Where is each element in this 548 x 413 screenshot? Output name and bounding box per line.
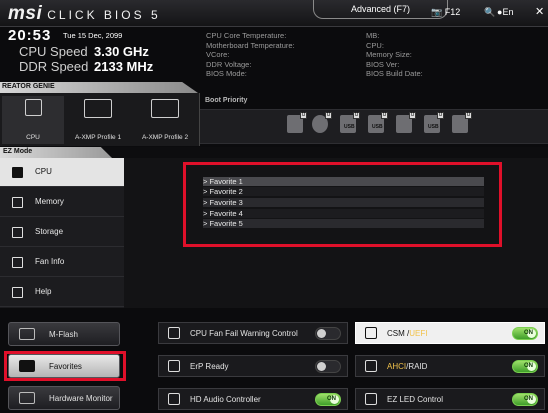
- help-icon: [12, 287, 23, 298]
- storage-icon: [365, 360, 377, 372]
- button-label: M-Flash: [49, 330, 78, 339]
- sidebar-item-label: Memory: [35, 197, 64, 206]
- cpu-speed-label: CPU Speed: [19, 44, 88, 59]
- info-mb-temp: Motherboard Temperature:: [206, 40, 295, 50]
- profile-cpu[interactable]: CPU: [2, 96, 64, 144]
- msi-logo: msi CLICK BIOS 5: [8, 3, 161, 24]
- info-memory-size: Memory Size:: [366, 50, 412, 59]
- profile-label: A-XMP Profile 1: [74, 134, 122, 141]
- boot-priority-title: Boot Priority: [205, 97, 248, 104]
- toggle-switch[interactable]: [315, 360, 341, 373]
- screenshot-icon: 📷: [431, 7, 443, 17]
- flash-icon: [19, 328, 35, 340]
- erp-icon: [168, 360, 180, 372]
- language-button[interactable]: ●En: [497, 7, 513, 17]
- sidebar-item-memory[interactable]: Memory: [0, 188, 124, 217]
- toggle-switch[interactable]: ON: [512, 393, 538, 406]
- favorite-item-2[interactable]: > Favorite 2: [203, 187, 484, 196]
- clock-time: 20:53: [8, 27, 52, 44]
- favorite-item-1[interactable]: > Favorite 1: [203, 177, 484, 186]
- info-cpu: CPU:: [366, 40, 384, 50]
- toggle-switch[interactable]: ON: [315, 393, 341, 406]
- info-mb: MB:: [366, 31, 380, 40]
- feature-label: CSM /UEFI: [387, 329, 428, 338]
- led-icon: [365, 393, 377, 405]
- feature-label: CPU Fan Fail Warning Control: [190, 329, 298, 338]
- fan-icon: [168, 327, 180, 339]
- clock-date: Tue 15 Dec, 2099: [63, 31, 123, 40]
- info-bios-mode: BIOS Mode:: [206, 69, 247, 78]
- toggle-switch[interactable]: [315, 327, 341, 340]
- feature-label: ErP Ready: [190, 362, 229, 371]
- search-icon[interactable]: 🔍: [484, 7, 495, 18]
- memory-icon: [151, 99, 179, 118]
- feature-label: HD Audio Controller: [190, 395, 261, 404]
- close-icon[interactable]: ✕: [535, 5, 544, 18]
- feature-ahci-raid[interactable]: AHCI/RAID ON: [355, 355, 545, 377]
- profile-axmp-2[interactable]: A-XMP Profile 2: [134, 96, 196, 144]
- favorite-item-5[interactable]: > Favorite 5: [203, 219, 484, 228]
- screenshot-key-label: F12: [444, 7, 461, 17]
- audio-icon: [168, 393, 180, 405]
- advanced-mode-tab[interactable]: Advanced (F7): [313, 0, 448, 19]
- language-label: En: [502, 7, 514, 17]
- feature-hd-audio-controller[interactable]: HD Audio Controller ON: [158, 388, 348, 410]
- info-bios-build-date: BIOS Build Date:: [366, 69, 423, 78]
- product-name: CLICK BIOS 5: [47, 8, 161, 22]
- m-flash-button[interactable]: M-Flash: [8, 322, 120, 346]
- cpu-icon: [12, 167, 23, 178]
- info-ddr-voltage: DDR Voltage:: [206, 59, 252, 69]
- genie-label: REATOR GENIE: [2, 83, 55, 90]
- sidebar-item-label: Help: [35, 287, 52, 296]
- ddr-speed-value: 2133 MHz: [94, 59, 154, 74]
- boot-device-network-icon[interactable]: U: [396, 112, 416, 133]
- boot-device-usb-icon[interactable]: USB U: [424, 112, 444, 133]
- feature-csm-uefi[interactable]: CSM /UEFI ON: [355, 322, 545, 344]
- cpu-speed-value: 3.30 GHz: [94, 44, 149, 59]
- sidebar-item-help[interactable]: Help: [0, 278, 124, 307]
- memory-icon: [12, 197, 23, 208]
- button-label: Hardware Monitor: [49, 394, 113, 403]
- csm-icon: [365, 327, 377, 339]
- ddr-speed-label: DDR Speed: [19, 59, 89, 74]
- storage-icon: [12, 227, 23, 238]
- feature-label: AHCI/RAID: [387, 362, 428, 371]
- info-vcore: VCore:: [206, 50, 230, 59]
- monitor-icon: [19, 392, 35, 404]
- sidebar-item-cpu[interactable]: CPU: [0, 158, 124, 187]
- sidebar-item-fan-info[interactable]: Fan Info: [0, 248, 124, 277]
- info-cpu-temp: CPU Core Temperature:: [206, 31, 287, 40]
- feature-cpu-fan-fail-warning[interactable]: CPU Fan Fail Warning Control: [158, 322, 348, 344]
- sidebar-item-storage[interactable]: Storage: [0, 218, 124, 247]
- feature-erp-ready[interactable]: ErP Ready: [158, 355, 348, 377]
- feature-label: EZ LED Control: [387, 395, 444, 404]
- favorite-item-3[interactable]: > Favorite 3: [203, 198, 484, 207]
- boot-device-usb-icon[interactable]: USB U: [340, 112, 360, 133]
- boot-device-usb-icon[interactable]: USB U: [368, 112, 388, 133]
- boot-device-drive-icon[interactable]: U: [452, 112, 472, 133]
- boot-device-hdd-icon[interactable]: U: [287, 112, 307, 133]
- sidebar-item-label: Storage: [35, 227, 64, 236]
- feature-ez-led-control[interactable]: EZ LED Control ON: [355, 388, 545, 410]
- system-info-right: MB: CPU: Memory Size: BIOS Ver: BIOS Bui…: [366, 31, 423, 79]
- memory-icon: [84, 99, 112, 118]
- profile-label: CPU: [26, 134, 40, 141]
- sidebar-item-label: CPU: [35, 167, 52, 176]
- ez-mode-label: EZ Mode: [3, 148, 33, 155]
- profile-label: A-XMP Profile 2: [141, 134, 189, 141]
- cpu-icon: [24, 99, 42, 116]
- fan-icon: [12, 257, 23, 268]
- screenshot-button[interactable]: 📷 F12: [431, 7, 460, 18]
- toggle-switch[interactable]: ON: [512, 327, 538, 340]
- toggle-switch[interactable]: ON: [512, 360, 538, 373]
- sidebar-item-label: Fan Info: [35, 257, 65, 266]
- system-info-left: CPU Core Temperature: Motherboard Temper…: [206, 31, 295, 79]
- profile-axmp-1[interactable]: A-XMP Profile 1: [67, 96, 129, 144]
- favorite-item-4[interactable]: > Favorite 4: [203, 209, 484, 218]
- info-bios-ver: BIOS Ver:: [366, 59, 400, 69]
- favorites-button-highlight: [4, 351, 126, 381]
- boot-device-optical-icon[interactable]: U: [312, 112, 332, 133]
- hardware-monitor-button[interactable]: Hardware Monitor: [8, 386, 120, 410]
